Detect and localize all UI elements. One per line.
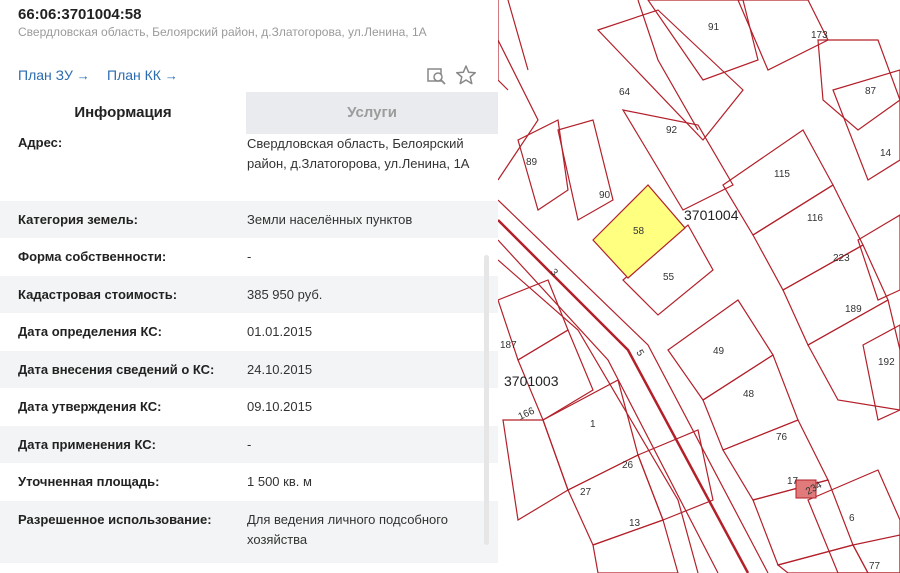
tab-services[interactable]: Услуги [246,92,498,134]
selected-parcel-label: 58 [633,226,645,237]
parcel-label: 49 [713,346,725,357]
info-table: Адрес: Свердловская область, Белоярский … [0,132,498,563]
info-row: Кадастровая стоимость: 385 950 руб. [0,276,498,313]
parcel-label: 91 [708,22,720,33]
info-label: Дата применения КС: [18,437,156,452]
info-value: 01.01.2015 [247,324,313,339]
info-value: Свердловская область, Белоярский район, … [247,136,470,171]
parcel-label: 76 [776,432,788,443]
info-row: Дата определения КС: 01.01.2015 [0,313,498,351]
cadastral-map[interactable]: 91 173 64 87 92 14 89 90 115 116 223 55 … [498,0,900,573]
info-panel: 66:06:3701004:58 Свердловская область, Б… [0,0,499,573]
parcel-label: 14 [880,148,892,159]
info-label: Дата внесения сведений о КС: [18,362,215,377]
parcel-label: 223 [833,253,850,264]
info-row: Разрешенное использование: Для ведения л… [0,501,498,563]
info-label: Уточненная площадь: [18,474,160,489]
parcel-label: 64 [619,87,631,98]
info-row: Дата утверждения КС: 09.10.2015 [0,388,498,426]
info-value: 09.10.2015 [247,399,313,414]
info-value: 24.10.2015 [247,362,313,377]
parcel-label: 115 [774,169,790,180]
parcel-label: 92 [666,125,678,136]
quarter-label: 3701003 [504,373,559,389]
parcel-label: 26 [622,460,634,471]
info-value: 385 950 руб. [247,287,323,302]
info-value: - [247,437,252,452]
cadastral-number: 66:06:3701004:58 [18,6,142,23]
info-row: Форма собственности: - [0,238,498,276]
info-value: Земли населённых пунктов [247,212,413,227]
info-row: Дата применения КС: - [0,426,498,463]
parcel-label: 13 [629,518,641,529]
parcel-label: 173 [811,30,828,41]
plan-zu-link[interactable]: План ЗУ → [18,67,90,83]
search-map-icon[interactable] [425,64,447,86]
info-label: Форма собственности: [18,249,167,264]
info-row: Дата внесения сведений о КС: 24.10.2015 [0,351,498,388]
parcel-label: 189 [845,304,862,315]
info-label: Адрес: [18,135,63,150]
map-canvas[interactable]: 91 173 64 87 92 14 89 90 115 116 223 55 … [498,0,900,573]
parcel-label: 77 [869,561,881,572]
parcel-label: 87 [865,86,877,97]
parcel-label: 55 [663,272,675,283]
parcel-label: 48 [743,389,755,400]
arrow-right-icon: → [164,68,178,83]
parcel-labels: 91 173 64 87 92 14 89 90 115 116 223 55 … [500,22,895,572]
star-icon[interactable] [455,64,477,86]
info-value: - [247,249,252,264]
parcel-label: 27 [580,487,592,498]
parcel-label: 90 [599,190,611,201]
address-line: Свердловская область, Белоярский район, … [18,25,427,39]
info-value: Для ведения личного подсобного хозяйства [247,512,448,547]
parcel-label: 1 [590,419,596,430]
info-value: 1 500 кв. м [247,474,312,489]
info-row: Уточненная площадь: 1 500 кв. м [0,463,498,501]
parcel-label: 116 [807,213,823,224]
info-label: Категория земель: [18,212,139,227]
parcel-label: 17 [787,476,799,487]
tab-bar: Информация Услуги [0,92,498,134]
plan-kk-link[interactable]: План КК → [107,67,178,83]
tab-information[interactable]: Информация [0,92,246,134]
info-label: Разрешенное использование: [18,512,212,527]
parcel-label: 6 [849,513,855,524]
info-row: Категория земель: Земли населённых пункт… [0,201,498,238]
info-label: Дата определения КС: [18,324,162,339]
parcel-boundaries [498,0,900,573]
info-label: Дата утверждения КС: [18,399,162,414]
plan-kk-label: План КК [107,67,161,83]
info-row: Адрес: Свердловская область, Белоярский … [0,132,498,201]
parcel-label: 89 [526,157,538,168]
quarter-label: 3701004 [684,207,739,223]
scrollbar[interactable] [484,255,489,545]
plan-zu-label: План ЗУ [18,67,73,83]
info-label: Кадастровая стоимость: [18,287,178,302]
parcel-label: 5 [633,348,646,359]
parcel-label: 192 [878,357,895,368]
parcel-label: 187 [500,340,517,351]
arrow-right-icon: → [76,68,90,83]
